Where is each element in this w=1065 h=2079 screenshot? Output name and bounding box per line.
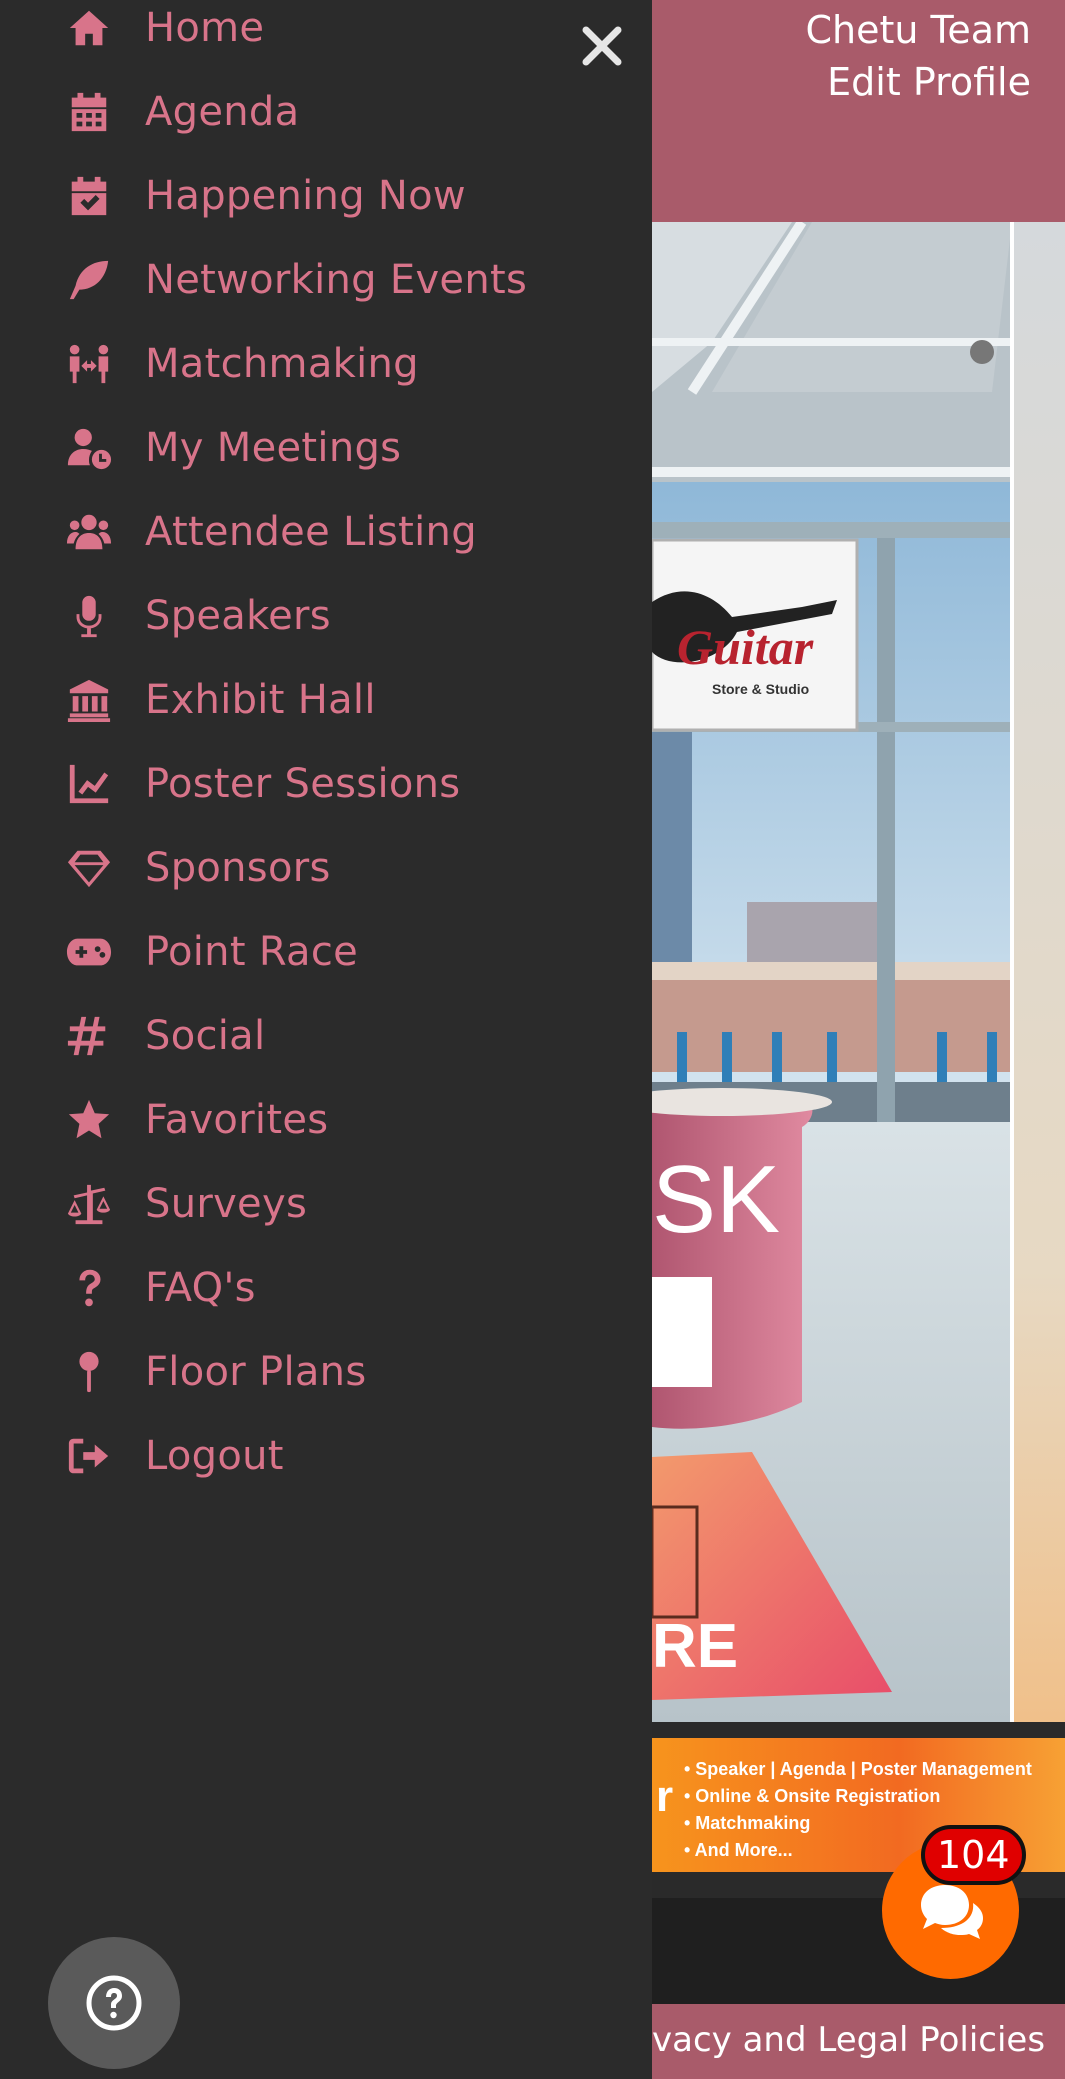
- gamepad-icon: [62, 925, 116, 979]
- menu-item-logout[interactable]: Logout: [0, 1414, 652, 1498]
- calendar-check-icon: [62, 169, 116, 223]
- side-drawer: Home Agenda Happening Now Networking Eve…: [0, 0, 652, 2079]
- promo-feature: • Online & Onsite Registration: [684, 1786, 941, 1806]
- sign-brand-text: Guitar: [677, 619, 814, 675]
- question-icon: [62, 1261, 116, 1315]
- menu-label: Matchmaking: [145, 341, 419, 387]
- menu-label: FAQ's: [145, 1265, 256, 1311]
- promo-mark: r: [656, 1772, 674, 1821]
- desk-text: SK: [652, 1146, 780, 1253]
- menu-label: Speakers: [145, 593, 331, 639]
- hashtag-icon: [62, 1009, 116, 1063]
- menu-label: Attendee Listing: [145, 509, 477, 555]
- comments-icon: [920, 1884, 983, 1939]
- edit-profile-link[interactable]: Edit Profile: [806, 56, 1031, 108]
- promo-feature: • Speaker | Agenda | Poster Management: [684, 1759, 1032, 1779]
- menu-label: Sponsors: [145, 845, 331, 891]
- menu-item-happening-now[interactable]: Happening Now: [0, 154, 652, 238]
- menu-item-sponsors[interactable]: Sponsors: [0, 826, 652, 910]
- menu-item-agenda[interactable]: Agenda: [0, 70, 652, 154]
- menu-item-my-meetings[interactable]: My Meetings: [0, 406, 652, 490]
- microphone-icon: [62, 589, 116, 643]
- user-clock-icon: [62, 421, 116, 475]
- menu-label: Surveys: [145, 1181, 308, 1227]
- menu-item-social[interactable]: Social: [0, 994, 652, 1078]
- star-icon: [62, 1093, 116, 1147]
- calendar-icon: [62, 85, 116, 139]
- sign-tagline-text: Store & Studio: [712, 681, 809, 697]
- menu-item-matchmaking[interactable]: Matchmaking: [0, 322, 652, 406]
- menu-label: Happening Now: [145, 173, 466, 219]
- menu-label: Exhibit Hall: [145, 677, 376, 723]
- menu-label: Point Race: [145, 929, 359, 975]
- menu-label: Home: [145, 5, 265, 51]
- menu-label: Floor Plans: [145, 1349, 367, 1395]
- menu-label: Social: [145, 1013, 266, 1059]
- menu-item-exhibit-hall[interactable]: Exhibit Hall: [0, 658, 652, 742]
- menu-label: Poster Sessions: [145, 761, 461, 807]
- people-arrows-icon: [62, 337, 116, 391]
- menu-item-point-race[interactable]: Point Race: [0, 910, 652, 994]
- privacy-policy-link[interactable]: vacy and Legal Policies: [652, 2020, 1045, 2060]
- menu-item-networking-events[interactable]: Networking Events: [0, 238, 652, 322]
- home-icon: [62, 1, 116, 55]
- menu-label: My Meetings: [145, 425, 402, 471]
- menu-item-speakers[interactable]: Speakers: [0, 574, 652, 658]
- menu-item-surveys[interactable]: Surveys: [0, 1162, 652, 1246]
- gem-icon: [62, 841, 116, 895]
- balance-scale-icon: [62, 1177, 116, 1231]
- landmark-icon: [62, 673, 116, 727]
- menu-label: Favorites: [145, 1097, 329, 1143]
- feather-icon: [62, 253, 116, 307]
- menu-item-attendee-listing[interactable]: Attendee Listing: [0, 490, 652, 574]
- chart-line-icon: [62, 757, 116, 811]
- menu-label: Logout: [145, 1433, 284, 1479]
- virtual-lobby-image: Guitar Store & Studio SK RE: [652, 222, 1065, 1722]
- users-icon: [62, 505, 116, 559]
- question-circle-icon: [86, 1975, 142, 2031]
- menu-item-floor-plans[interactable]: Floor Plans: [0, 1330, 652, 1414]
- profile-links: Chetu Team Edit Profile: [806, 4, 1032, 108]
- menu-item-faqs[interactable]: FAQ's: [0, 1246, 652, 1330]
- menu-label: Networking Events: [145, 257, 528, 303]
- team-name-link[interactable]: Chetu Team: [806, 4, 1032, 56]
- menu-item-home[interactable]: Home: [0, 0, 652, 70]
- floor-text: RE: [652, 1612, 738, 1681]
- footer-bar: vacy and Legal Policies: [652, 2004, 1065, 2079]
- menu-item-favorites[interactable]: Favorites: [0, 1078, 652, 1162]
- menu-label: Agenda: [145, 89, 300, 135]
- menu-item-poster-sessions[interactable]: Poster Sessions: [0, 742, 652, 826]
- map-pin-icon: [62, 1345, 116, 1399]
- lobby-illustration: Guitar Store & Studio SK RE: [652, 222, 1065, 1722]
- sign-out-icon: [62, 1429, 116, 1483]
- chat-unread-badge: 104: [921, 1825, 1026, 1885]
- help-button[interactable]: [48, 1937, 180, 2069]
